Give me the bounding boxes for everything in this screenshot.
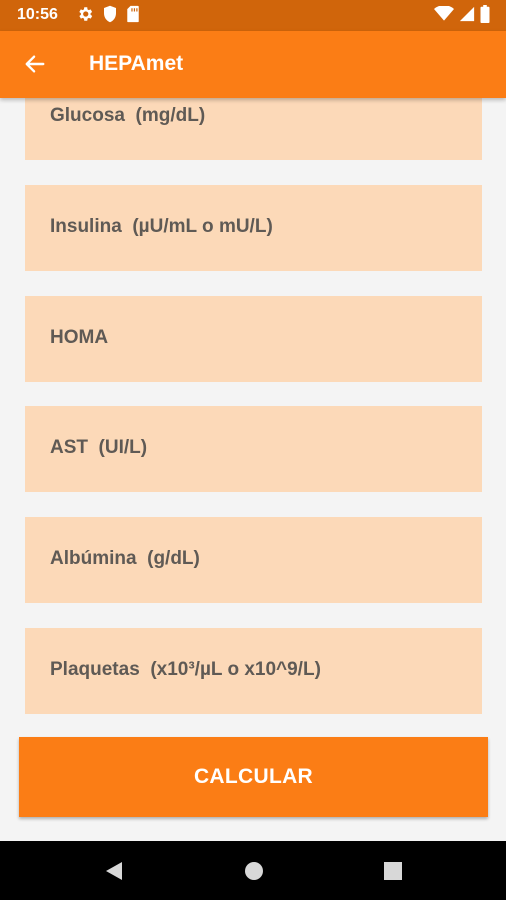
homa-field[interactable]: HOMA: [25, 296, 482, 382]
insulin-field[interactable]: Insulina (µU/mL o mU/L): [25, 185, 482, 271]
glucose-field[interactable]: Glucosa (mg/dL): [25, 98, 482, 160]
field-label: HOMA: [50, 327, 109, 348]
ast-field[interactable]: AST (UI/L): [25, 406, 482, 492]
navigation-bar: [0, 841, 506, 900]
signal-icon: [459, 6, 475, 27]
battery-icon: [480, 4, 490, 28]
sd-card-icon: [126, 5, 140, 28]
back-button[interactable]: [18, 49, 52, 83]
arrow-left-icon: [24, 53, 46, 80]
field-label: Albúmina (g/dL): [50, 548, 200, 569]
gear-icon: [76, 5, 94, 28]
calculate-button[interactable]: CALCULAR: [19, 737, 488, 817]
recents-square-icon[interactable]: [381, 859, 405, 883]
field-label: Glucosa (mg/dL): [50, 105, 206, 126]
app-title: HEPAmet: [89, 52, 184, 75]
app-bar: HEPAmet: [0, 31, 506, 98]
form-content[interactable]: Glucosa (mg/dL) Insulina (µU/mL o mU/L) …: [0, 98, 506, 841]
shield-icon: [102, 5, 118, 28]
field-label: AST (UI/L): [50, 437, 148, 458]
platelets-field[interactable]: Plaquetas (x10³/µL o x10^9/L): [25, 628, 482, 714]
status-time: 10:56: [17, 6, 58, 23]
status-bar: 10:56: [0, 0, 506, 31]
back-triangle-icon[interactable]: [102, 859, 126, 883]
wifi-icon: [434, 4, 454, 27]
albumin-field[interactable]: Albúmina (g/dL): [25, 517, 482, 603]
field-label: Insulina (µU/mL o mU/L): [50, 216, 273, 237]
field-label: Plaquetas (x10³/µL o x10^9/L): [50, 659, 321, 680]
home-circle-icon[interactable]: [242, 859, 266, 883]
